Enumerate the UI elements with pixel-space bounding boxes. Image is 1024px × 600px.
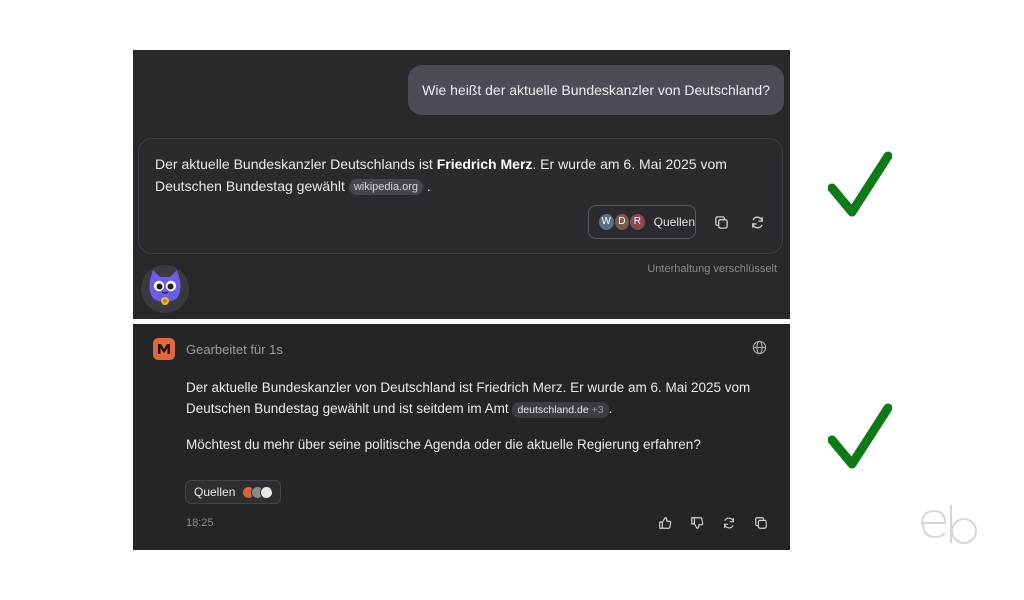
answer-bold-name: Friedrich Merz (436, 156, 533, 172)
app-logo-icon (153, 338, 175, 360)
assistant-answer-card: Der aktuelle Bundeskanzler Deutschlands … (138, 138, 783, 254)
source-icon (260, 485, 274, 499)
user-message-bubble: Wie heißt der aktuelle Bundeskanzler von… (408, 65, 784, 115)
chat-panel-top: Wie heißt der aktuelle Bundeskanzler von… (133, 50, 790, 319)
answer-paragraph-1: Der aktuelle Bundeskanzler von Deutschla… (186, 377, 776, 419)
checkmark-icon (828, 151, 892, 217)
sources-label: Quellen (194, 485, 236, 499)
source-avatar-w: W (598, 213, 615, 231)
source-pill-label: deutschland.de (517, 404, 589, 416)
copy-icon[interactable] (711, 212, 731, 232)
answer-text-start: Der aktuelle Bundeskanzler Deutschlands … (155, 156, 437, 172)
answer-paragraph-2: Möchtest du mehr über seine politische A… (186, 437, 701, 452)
worked-header: Gearbeitet für 1s (153, 338, 283, 360)
source-pill-count: +3 (591, 404, 604, 416)
source-pill-wikipedia[interactable]: wikipedia.org (348, 179, 424, 195)
sources-button[interactable]: W D R Quellen (588, 205, 696, 239)
assistant-answer-text: Der aktuelle Bundeskanzler Deutschlands … (155, 153, 755, 197)
message-actions (656, 514, 770, 532)
regenerate-icon[interactable] (720, 514, 738, 532)
source-avatar-r: R (629, 213, 646, 231)
source-pill-deutschland[interactable]: deutschland.de +3 (512, 402, 609, 418)
answer-text-end: . (426, 178, 431, 194)
sources-button[interactable]: Quellen (185, 480, 281, 504)
cat-mascot-avatar (141, 265, 189, 313)
message-timestamp: 18:25 (186, 517, 214, 529)
brand-watermark-logo (921, 505, 977, 544)
answer-paragraph-1-end: . (608, 401, 613, 416)
globe-icon[interactable] (752, 340, 768, 356)
source-avatar-d: D (613, 213, 631, 231)
chat-panel-bottom: Gearbeitet für 1s Der aktuelle Bundeskan… (133, 324, 790, 550)
worked-duration-label: Gearbeitet für 1s (186, 341, 283, 357)
user-message-text: Wie heißt der aktuelle Bundeskanzler von… (422, 82, 770, 98)
assistant-answer-text: Der aktuelle Bundeskanzler von Deutschla… (186, 377, 776, 470)
thumbs-up-icon[interactable] (656, 514, 674, 532)
copy-icon[interactable] (752, 514, 770, 532)
sources-label: Quellen (653, 215, 696, 229)
checkmark-icon (828, 403, 892, 469)
answer-paragraph-1-text: Der aktuelle Bundeskanzler von Deutschla… (186, 380, 751, 416)
thumbs-down-icon[interactable] (688, 514, 706, 532)
encryption-note: Unterhaltung verschlüsselt (647, 263, 777, 275)
source-icons (242, 485, 274, 499)
regenerate-icon[interactable] (747, 212, 767, 232)
